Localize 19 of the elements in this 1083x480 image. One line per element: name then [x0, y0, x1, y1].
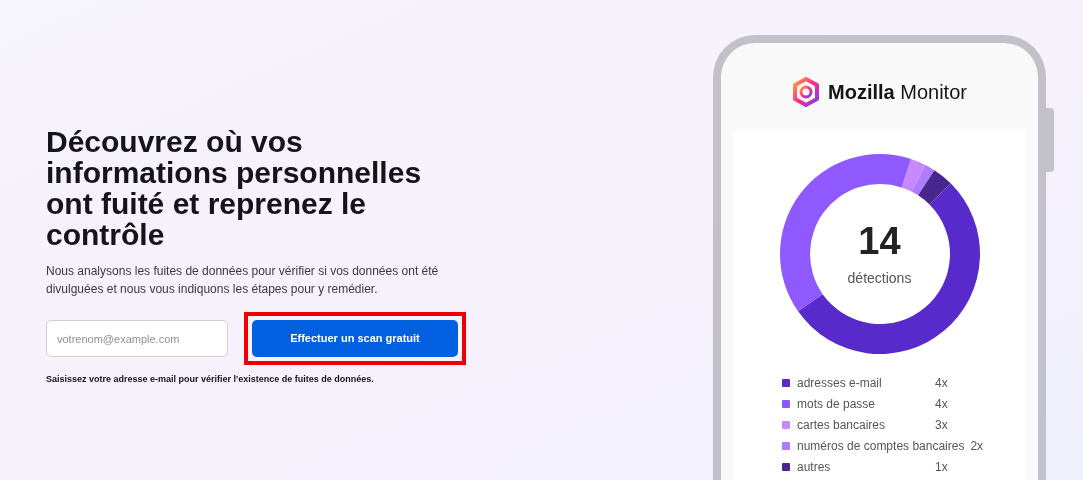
- email-hint: Saisissez votre adresse e-mail pour vérifier l'existence de fuites de données.: [46, 373, 375, 386]
- legend-label: autres: [797, 458, 832, 476]
- legend-label: numéros de comptes bancaires: [797, 437, 965, 455]
- brand-name: Mozilla Monitor: [828, 80, 967, 105]
- hero-heading: Découvrez où vos informations personnelles ont fuité et reprenez le contrôle: [46, 126, 423, 250]
- scan-button[interactable]: Effectuer un scan gratuit: [252, 320, 458, 357]
- email-field[interactable]: votrenom@example.com: [46, 320, 228, 357]
- logo-icon: [792, 77, 821, 107]
- detection-label: détections: [847, 268, 912, 288]
- detection-count: 14: [858, 219, 901, 262]
- hero-description: Nous analysons les fuites de données pour vérifier si vos données ont été divulguées et nous vous indiquons les étapes pour y remédier.: [46, 263, 440, 298]
- legend-label: adresses e-mail: [797, 374, 883, 392]
- legend-count: 4x: [935, 374, 948, 392]
- legend-label: cartes bancaires: [797, 416, 887, 434]
- legend-count: 4x: [935, 395, 948, 413]
- legend-label: mots de passe: [797, 395, 877, 413]
- legend-count: 2x: [970, 437, 984, 455]
- legend-count: 1x: [935, 458, 948, 476]
- legend-count: 3x: [935, 416, 948, 434]
